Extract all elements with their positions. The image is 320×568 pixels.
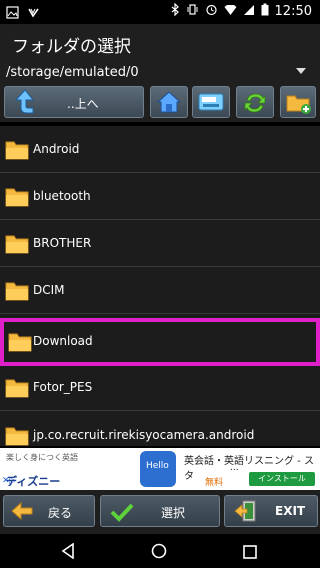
folder-icon bbox=[5, 281, 29, 305]
folder-name: jp.co.recruit.rirekisyocamera.android bbox=[33, 428, 255, 442]
folder-row[interactable]: Fotor_PES bbox=[0, 364, 320, 411]
status-bar: 12:50 bbox=[0, 0, 320, 24]
arrow-left-icon bbox=[10, 501, 34, 525]
folder-icon bbox=[8, 332, 32, 356]
folder-icon bbox=[5, 187, 29, 211]
exit-icon bbox=[233, 499, 259, 527]
folder-name: Android bbox=[33, 142, 80, 156]
app-icon: Hello bbox=[140, 451, 176, 487]
bottom-action-bar: 戻る 選択 EXIT bbox=[0, 490, 320, 534]
ad-banner[interactable]: 楽しく身につく英語 ディズニー ✕▷ Hello 英会話・英語リスニング - ス… bbox=[0, 448, 320, 490]
vibrate-icon bbox=[186, 3, 199, 19]
folder-row[interactable]: jp.co.recruit.rirekisyocamera.android bbox=[0, 412, 320, 446]
folder-row[interactable]: Android bbox=[0, 126, 320, 173]
folder-icon bbox=[5, 378, 29, 402]
sd-card-button[interactable] bbox=[192, 86, 230, 118]
checkmark-icon bbox=[109, 501, 135, 527]
exit-button[interactable]: EXIT bbox=[224, 495, 318, 527]
folder-name: bluetooth bbox=[33, 189, 91, 203]
new-folder-icon bbox=[285, 91, 313, 119]
folder-name: BROTHER bbox=[33, 236, 92, 250]
bluetooth-icon bbox=[171, 2, 180, 19]
page-title: フォルダの選択 bbox=[12, 37, 131, 57]
folder-row[interactable]: BROTHER bbox=[0, 220, 320, 267]
ad-price: 無料 bbox=[205, 478, 224, 488]
up-button-label: ..上へ bbox=[67, 97, 99, 111]
folder-icon bbox=[5, 426, 29, 446]
home-icon bbox=[156, 90, 182, 118]
back-button-label: 戻る bbox=[48, 506, 73, 520]
nav-recents-icon[interactable] bbox=[243, 544, 257, 563]
refresh-icon bbox=[243, 91, 267, 119]
app-icon-label: Hello bbox=[146, 461, 169, 471]
nav-home-icon[interactable] bbox=[151, 543, 167, 563]
alarm-icon bbox=[205, 3, 218, 19]
battery-icon bbox=[261, 3, 269, 19]
new-folder-button[interactable] bbox=[280, 86, 316, 118]
chevron-down-icon[interactable] bbox=[296, 68, 306, 74]
check-icon bbox=[27, 4, 40, 23]
select-button-label: 選択 bbox=[161, 506, 186, 520]
folder-row[interactable]: DCIM bbox=[0, 267, 320, 314]
ad-tagline: 楽しく身につく英語 bbox=[6, 453, 78, 462]
install-button[interactable]: インストール bbox=[249, 472, 315, 486]
arrow-up-icon bbox=[11, 88, 39, 120]
wifi-icon bbox=[224, 3, 237, 19]
nav-back-icon[interactable] bbox=[60, 542, 76, 563]
current-path: /storage/emulated/0 bbox=[6, 65, 139, 80]
folder-name: Fotor_PES bbox=[33, 380, 93, 394]
title-bar: フォルダの選択 bbox=[0, 24, 320, 62]
toolbar: ..上へ bbox=[0, 84, 320, 122]
select-button[interactable]: 選択 bbox=[100, 495, 220, 527]
refresh-button[interactable] bbox=[236, 86, 274, 118]
folder-row[interactable]: bluetooth bbox=[0, 173, 320, 220]
folder-name: Download bbox=[33, 334, 93, 348]
signal-icon bbox=[243, 4, 255, 19]
folder-name: DCIM bbox=[33, 283, 65, 297]
photo-icon bbox=[6, 4, 19, 23]
path-selector[interactable]: /storage/emulated/0 bbox=[0, 62, 320, 84]
back-button[interactable]: 戻る bbox=[3, 495, 95, 527]
sd-card-icon bbox=[198, 92, 224, 116]
folder-icon bbox=[5, 234, 29, 258]
status-time: 12:50 bbox=[274, 3, 312, 19]
folder-icon bbox=[5, 140, 29, 164]
system-nav-bar bbox=[0, 534, 320, 568]
ad-close-icon[interactable]: ✕▷ bbox=[2, 476, 16, 486]
folder-row-highlighted[interactable]: Download bbox=[0, 318, 320, 366]
exit-button-label: EXIT bbox=[275, 504, 306, 518]
up-button[interactable]: ..上へ bbox=[4, 86, 144, 118]
folder-list[interactable]: Android bluetooth BROTHER DCIM Download … bbox=[0, 126, 320, 446]
ad-headline-more: ... bbox=[230, 463, 239, 473]
home-button[interactable] bbox=[150, 86, 188, 118]
